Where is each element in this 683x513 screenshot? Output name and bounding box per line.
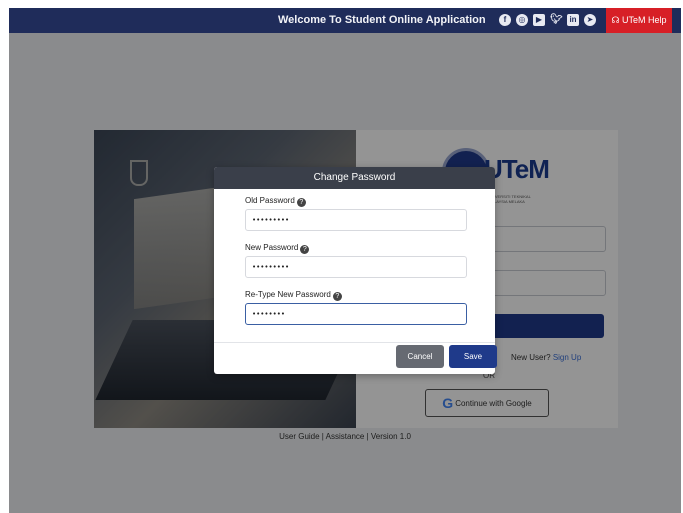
retype-password-label: Re-Type New Password? bbox=[245, 290, 342, 301]
social-links: f ◎ ▶ 🐦︎ in ➤ bbox=[499, 14, 596, 26]
dialog-title: Change Password bbox=[214, 167, 495, 189]
change-password-dialog: Change Password Old Password? New Passwo… bbox=[214, 167, 497, 374]
new-password-label-text: New Password bbox=[245, 243, 299, 252]
old-password-input[interactable] bbox=[245, 209, 467, 231]
instagram-icon[interactable]: ◎ bbox=[516, 14, 528, 26]
help-label: UTeM Help bbox=[622, 15, 667, 25]
retype-password-label-text: Re-Type New Password bbox=[245, 290, 331, 299]
welcome-title: Welcome To Student Online Application bbox=[278, 14, 486, 26]
help-icon[interactable]: ? bbox=[300, 245, 310, 254]
help-icon[interactable]: ? bbox=[332, 292, 342, 301]
new-password-label: New Password? bbox=[245, 243, 310, 254]
old-password-label-text: Old Password bbox=[245, 196, 295, 205]
headset-icon: ☊ bbox=[611, 15, 620, 25]
app-window: Welcome To Student Online Application f … bbox=[9, 8, 681, 513]
cancel-button[interactable]: Cancel bbox=[396, 345, 444, 368]
save-button[interactable]: Save bbox=[449, 345, 497, 368]
youtube-icon[interactable]: ▶ bbox=[533, 14, 545, 26]
utem-help-button[interactable]: ☊ UTeM Help bbox=[606, 8, 672, 33]
top-navbar: Welcome To Student Online Application f … bbox=[9, 8, 681, 33]
dialog-divider bbox=[214, 342, 495, 343]
twitter-icon[interactable]: 🐦︎ bbox=[550, 14, 563, 26]
facebook-icon[interactable]: f bbox=[499, 14, 511, 26]
retype-password-input[interactable] bbox=[245, 303, 467, 325]
new-password-input[interactable] bbox=[245, 256, 467, 278]
linkedin-icon[interactable]: in bbox=[567, 14, 579, 26]
telegram-icon[interactable]: ➤ bbox=[584, 14, 596, 26]
help-icon[interactable]: ? bbox=[296, 198, 306, 207]
old-password-label: Old Password? bbox=[245, 196, 306, 207]
